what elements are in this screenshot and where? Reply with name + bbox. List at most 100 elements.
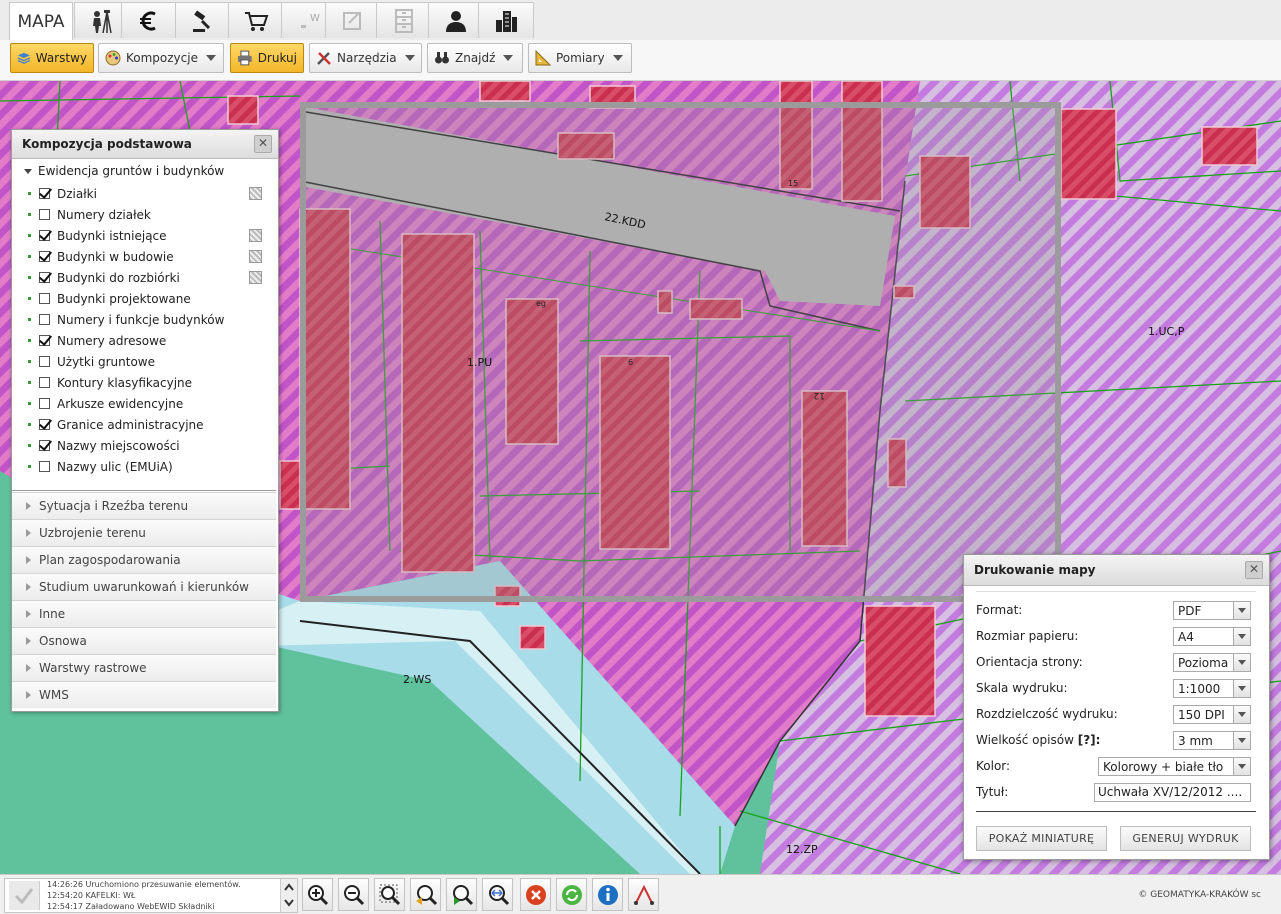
- layer-item[interactable]: Numery adresowe: [12, 330, 278, 351]
- compositions-button[interactable]: Kompozycje: [98, 43, 224, 73]
- tab-users[interactable]: [428, 2, 484, 38]
- generate-print-button[interactable]: GENERUJ WYDRUK: [1120, 826, 1251, 851]
- layer-checkbox[interactable]: [39, 335, 50, 346]
- tools-button[interactable]: Narzędzia: [309, 43, 422, 73]
- info-button[interactable]: [592, 878, 623, 911]
- refresh-button[interactable]: [556, 878, 587, 911]
- layer-bullet: [28, 360, 31, 363]
- log-scrollbar[interactable]: [280, 879, 297, 912]
- layer-section-header[interactable]: Osnowa: [12, 627, 276, 654]
- orientation-select[interactable]: Pozioma: [1173, 653, 1251, 672]
- layer-checkbox[interactable]: [39, 377, 50, 388]
- layer-item[interactable]: Działki: [12, 183, 278, 204]
- layer-checkbox[interactable]: [39, 188, 50, 199]
- layer-checkbox[interactable]: [39, 461, 50, 472]
- layer-label: Budynki w budowie: [57, 249, 174, 264]
- layer-label: Numery działek: [57, 207, 151, 222]
- layer-item[interactable]: Nazwy miejscowości: [12, 435, 278, 456]
- layer-item[interactable]: Budynki do rozbiórki: [12, 267, 278, 288]
- layer-checkbox[interactable]: [39, 293, 50, 304]
- preview-button[interactable]: POKAŻ MINIATURĘ: [976, 826, 1107, 851]
- color-select[interactable]: Kolorowy + białe tło: [1098, 757, 1251, 776]
- layer-bullet: [28, 213, 31, 216]
- layer-checkbox[interactable]: [39, 440, 50, 451]
- legend-icon[interactable]: [249, 271, 262, 284]
- layer-checkbox[interactable]: [39, 272, 50, 283]
- layer-checkbox[interactable]: [39, 398, 50, 409]
- layer-section-header[interactable]: Uzbrojenie terenu: [12, 519, 276, 546]
- surveyor-icon: [93, 9, 112, 33]
- layer-label: Numery i funkcje budynków: [57, 312, 225, 327]
- layer-item[interactable]: Granice administracyjne: [12, 414, 278, 435]
- zoom-next-button[interactable]: [446, 878, 477, 911]
- find-button-label: Znajdź: [455, 51, 496, 65]
- label-size-label: Wielkość opisów: [976, 733, 1074, 747]
- layer-section-header[interactable]: Warstwy rastrowe: [12, 654, 276, 681]
- layer-group-header[interactable]: Ewidencja gruntów i budynków: [12, 159, 278, 183]
- layer-label: Nazwy ulic (EMUiA): [57, 459, 173, 474]
- legend-icon[interactable]: [249, 250, 262, 263]
- layer-checkbox[interactable]: [39, 314, 50, 325]
- layer-section-header[interactable]: Plan zagospodarowania: [12, 546, 276, 573]
- tab-buildings[interactable]: [478, 2, 534, 38]
- layer-checkbox[interactable]: [39, 209, 50, 220]
- layer-item[interactable]: Budynki istniejące: [12, 225, 278, 246]
- layer-checkbox[interactable]: [39, 419, 50, 430]
- layer-item[interactable]: Numery i funkcje budynków: [12, 309, 278, 330]
- layer-section-label: Plan zagospodarowania: [39, 553, 181, 567]
- paper-size-select[interactable]: A4: [1173, 627, 1251, 646]
- format-select[interactable]: PDF: [1173, 601, 1251, 620]
- tab-finance[interactable]: [121, 2, 177, 38]
- layer-bullet: [28, 465, 31, 468]
- layer-item[interactable]: Nazwy ulic (EMUiA): [12, 456, 278, 477]
- resolution-select[interactable]: 150 DPI: [1173, 705, 1251, 724]
- find-button[interactable]: Znajdź: [427, 43, 523, 73]
- close-icon[interactable]: ✕: [254, 135, 272, 153]
- layers-button[interactable]: Warstwy: [10, 43, 94, 73]
- zoom-extent-button[interactable]: [482, 878, 513, 911]
- zoom-in-button[interactable]: [302, 878, 333, 911]
- tab-shop[interactable]: [228, 2, 284, 38]
- layer-item[interactable]: Kontury klasyfikacyjne: [12, 372, 278, 393]
- measure-tool-button[interactable]: [628, 878, 659, 911]
- layer-item[interactable]: Budynki w budowie: [12, 246, 278, 267]
- layer-item[interactable]: Użytki gruntowe: [12, 351, 278, 372]
- layer-item[interactable]: Numery działek: [12, 204, 278, 225]
- zoom-window-button[interactable]: [374, 878, 405, 911]
- measure-button[interactable]: Pomiary: [528, 43, 632, 73]
- format-label: Format:: [976, 603, 1023, 617]
- layer-section-label: Studium uwarunkowań i kierunków: [39, 580, 249, 594]
- layer-section-header[interactable]: Inne: [12, 600, 276, 627]
- layer-section-header[interactable]: WMS: [12, 681, 276, 708]
- layer-item[interactable]: Arkusze ewidencyjne: [12, 393, 278, 414]
- cancel-button[interactable]: [520, 878, 551, 911]
- event-log[interactable]: 14:26:26 Uruchomiono przesuwanie element…: [4, 878, 298, 913]
- close-icon[interactable]: ✕: [1245, 561, 1263, 579]
- scale-row: Skala wydruku: 1:1000: [976, 677, 1256, 699]
- zoom-previous-button[interactable]: [410, 878, 441, 911]
- title-input[interactable]: Uchwała XV/12/2012 ....: [1094, 783, 1251, 802]
- scale-select[interactable]: 1:1000: [1173, 679, 1251, 698]
- layer-section-header[interactable]: Studium uwarunkowań i kierunków: [12, 573, 276, 600]
- label-size-select[interactable]: 3 mm: [1173, 731, 1251, 750]
- layers-icon: [17, 52, 31, 64]
- tab-map[interactable]: MAPA: [9, 2, 73, 40]
- zoom-out-button[interactable]: [338, 878, 369, 911]
- print-area-frame[interactable]: [300, 102, 1061, 602]
- legend-icon[interactable]: [249, 229, 262, 242]
- layer-item[interactable]: Budynki projektowane: [12, 288, 278, 309]
- layer-section-header[interactable]: Sytuacja i Rzeźba terenu: [12, 492, 276, 519]
- print-button[interactable]: Drukuj: [230, 43, 304, 73]
- help-link[interactable]: [?]:: [1078, 733, 1101, 747]
- refresh-icon: [561, 884, 582, 905]
- legend-icon[interactable]: [249, 187, 262, 200]
- tab-legal[interactable]: [175, 2, 231, 38]
- tab-cabinet[interactable]: [376, 2, 432, 38]
- layer-checkbox[interactable]: [39, 230, 50, 241]
- layer-checkbox[interactable]: [39, 356, 50, 367]
- tab-edit[interactable]: [325, 2, 381, 38]
- layer-checkbox[interactable]: [39, 251, 50, 262]
- log-line: 12:54:20 KAFELKI: WŁ: [47, 891, 136, 900]
- triangle-right-icon: [26, 556, 31, 564]
- layer-bullet: [28, 318, 31, 321]
